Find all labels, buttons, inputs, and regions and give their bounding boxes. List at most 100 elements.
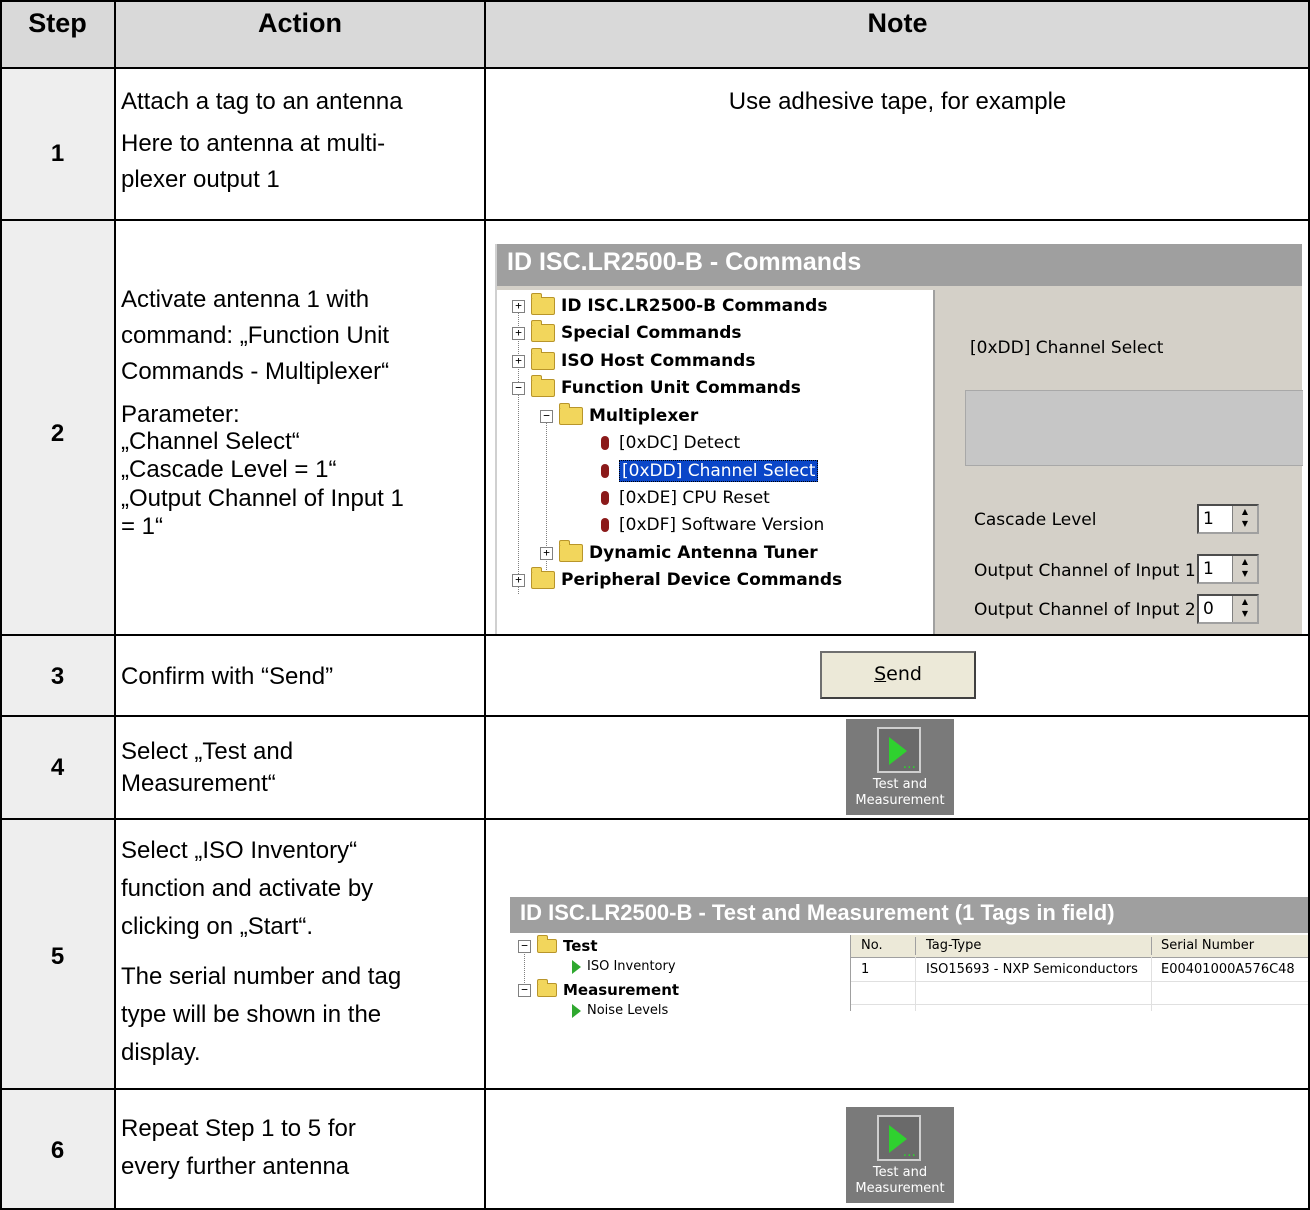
note-cell: Use adhesive tape, for example: [485, 68, 1310, 220]
selected-command-label: [0xDD] Channel Select: [970, 338, 1164, 358]
note-cell: ID ISC.LR2500-B - Test and Measurement (…: [485, 819, 1310, 1089]
note-cell: ... Test and Measurement: [485, 1089, 1310, 1210]
tree-node-selected[interactable]: [0xDD] Channel Select: [597, 460, 819, 482]
open-folder-icon: [537, 979, 557, 997]
tree-node[interactable]: [0xDC] Detect: [597, 433, 740, 453]
action-text: Select „Test and Measurement“: [121, 736, 479, 800]
action-cell: Confirm with “Send”: [115, 635, 485, 716]
spinner-arrows-icon[interactable]: ▲ ▼: [1232, 556, 1257, 582]
table-row-5: 5 Select „ISO Inventory“ function and ac…: [0, 819, 1310, 1089]
tree-node[interactable]: [0xDF] Software Version: [597, 515, 824, 535]
action-line: „Cascade Level = 1“: [121, 456, 337, 483]
step-number: 4: [50, 754, 65, 781]
test-and-measurement-button[interactable]: ... Test and Measurement: [846, 1107, 954, 1203]
param-label: Output Channel of Input 1: [974, 561, 1196, 581]
column-divider[interactable]: [915, 937, 916, 955]
header-step: Step: [28, 8, 87, 38]
table-border: [0, 818, 1310, 820]
action-line: Attach a tag to an antenna: [121, 88, 403, 115]
command-icon: [601, 464, 609, 478]
tree-label: [0xDC] Detect: [619, 433, 741, 453]
play-icon: ...: [877, 1115, 921, 1161]
output-channel-2-spinner[interactable]: 0 ▲ ▼: [1197, 594, 1259, 624]
step-cell: 4: [0, 716, 115, 819]
expand-icon[interactable]: +: [512, 354, 525, 368]
action-line: display.: [121, 1039, 201, 1066]
play-icon: [572, 959, 581, 974]
expand-icon[interactable]: +: [512, 326, 525, 340]
action-line: Here to antenna at multi-: [121, 130, 386, 157]
action-line: Select „Test and: [121, 738, 294, 765]
action-text: Confirm with “Send”: [121, 661, 479, 693]
action-line: Confirm with “Send”: [121, 663, 334, 690]
output-channel-1-spinner[interactable]: 1 ▲ ▼: [1197, 554, 1259, 584]
tree-label: Multiplexer: [589, 406, 699, 426]
folder-icon: [531, 293, 555, 315]
spinner-arrows-icon[interactable]: ▲ ▼: [1232, 596, 1257, 622]
column-header[interactable]: Serial Number: [1161, 938, 1254, 953]
commands-window: ID ISC.LR2500-B - Commands + ID ISC.LR250…: [495, 244, 1303, 634]
tree-label: Noise Levels: [587, 1003, 669, 1018]
expand-icon[interactable]: +: [512, 299, 525, 313]
header-action: Action: [258, 8, 342, 38]
action-cell: Attach a tag to an antenna Here to anten…: [115, 68, 485, 220]
action-line: type will be shown in the: [121, 1001, 382, 1028]
step-number: 2: [50, 420, 65, 447]
send-button[interactable]: Send: [820, 651, 976, 699]
spinner-arrows-icon[interactable]: ▲ ▼: [1232, 506, 1257, 532]
tree-label: ISO Inventory: [587, 959, 676, 974]
tree-label: [0xDD] Channel Select: [619, 460, 819, 482]
test-and-measurement-button[interactable]: ... Test and Measurement: [846, 719, 954, 815]
button-label-line: Measurement: [855, 1181, 945, 1196]
expand-icon[interactable]: +: [540, 546, 553, 560]
collapse-icon[interactable]: −: [540, 409, 553, 423]
tree-node[interactable]: − Measurement: [518, 979, 679, 999]
tm-window-title: ID ISC.LR2500-B - Test and Measurement (…: [510, 897, 1310, 933]
test-measurement-window: ID ISC.LR2500-B - Test and Measurement (…: [510, 897, 1310, 1037]
action-line: every further antenna: [121, 1153, 350, 1180]
header-note-cell: Note: [485, 0, 1310, 68]
collapse-icon[interactable]: −: [518, 983, 531, 997]
tree-node[interactable]: + Dynamic Antenna Tuner: [540, 540, 818, 563]
table-border: [484, 0, 486, 1210]
table-row-4: 4 Select „Test and Measurement“ ... Test…: [0, 716, 1310, 819]
action-line: Parameter:: [121, 401, 240, 428]
step-cell: 5: [0, 819, 115, 1089]
param-label: Output Channel of Input 2: [974, 600, 1196, 620]
action-text: Select „ISO Inventory“ function and acti…: [121, 835, 479, 1069]
collapse-icon[interactable]: −: [518, 939, 531, 953]
column-gridline: [1151, 957, 1152, 1011]
tree-node[interactable]: + Special Commands: [512, 320, 742, 343]
step-cell: 3: [0, 635, 115, 716]
tree-node[interactable]: + ID ISC.LR2500-B Commands: [512, 293, 827, 316]
column-divider[interactable]: [1151, 937, 1152, 955]
header-note: Note: [867, 8, 928, 38]
tree-node[interactable]: ISO Inventory: [572, 959, 676, 974]
tree-node[interactable]: − Function Unit Commands: [512, 375, 801, 398]
step-number: 3: [50, 663, 65, 690]
table-cell: E00401000A576C48: [1161, 962, 1295, 977]
command-tree: + ID ISC.LR2500-B Commands + Special Comma…: [497, 290, 935, 634]
table-row[interactable]: 1 ISO15693 - NXP Semiconductors E0040100…: [851, 959, 1310, 982]
collapse-icon[interactable]: −: [512, 381, 525, 395]
column-header[interactable]: Tag-Type: [926, 938, 981, 953]
header-action-cell: Action: [115, 0, 485, 68]
cascade-level-spinner[interactable]: 1 ▲ ▼: [1197, 504, 1259, 534]
tree-node[interactable]: Noise Levels: [572, 1003, 668, 1018]
tree-node[interactable]: − Multiplexer: [540, 403, 699, 426]
tree-node[interactable]: + ISO Host Commands: [512, 348, 755, 371]
button-label-line: Measurement: [855, 793, 945, 808]
instruction-table: Step Action Note 1 Attach a tag to an an…: [0, 0, 1310, 1210]
column-header[interactable]: No.: [861, 938, 883, 953]
expand-icon[interactable]: +: [512, 573, 525, 587]
tree-node[interactable]: + Peripheral Device Commands: [512, 567, 842, 590]
step-cell: 2: [0, 220, 115, 635]
action-cell: Select „Test and Measurement“: [115, 716, 485, 819]
action-text: Activate antenna 1 with command: „Functi…: [121, 284, 479, 540]
action-line: „Output Channel of Input 1: [121, 485, 404, 512]
action-line: Activate antenna 1 with: [121, 286, 370, 313]
tree-node[interactable]: [0xDE] CPU Reset: [597, 488, 770, 508]
table-cell: ISO15693 - NXP Semiconductors: [926, 962, 1138, 977]
tree-node[interactable]: − Test: [518, 935, 598, 955]
column-gridline: [915, 957, 916, 1011]
